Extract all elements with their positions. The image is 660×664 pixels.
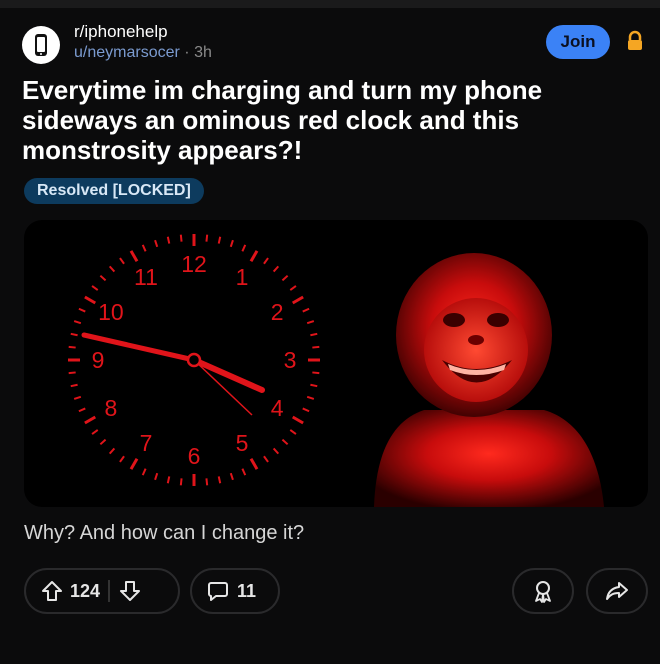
clock-numeral: 3 bbox=[284, 347, 297, 373]
clock-tick bbox=[306, 320, 315, 325]
clock-tick bbox=[302, 407, 310, 413]
post-flair[interactable]: Resolved [LOCKED] bbox=[24, 178, 204, 204]
clock-tick bbox=[154, 239, 159, 248]
subreddit-avatar[interactable] bbox=[22, 26, 60, 64]
clock-numeral: 8 bbox=[104, 395, 117, 421]
post-time: 3h bbox=[194, 44, 212, 61]
clock-tick bbox=[129, 250, 139, 263]
clock-numeral: 2 bbox=[271, 299, 284, 325]
clock-tick bbox=[166, 476, 171, 484]
clock-tick bbox=[289, 285, 297, 291]
clock-tick bbox=[217, 236, 222, 244]
post-image[interactable]: 12 1 2 3 4 5 6 7 8 9 10 11 bbox=[24, 220, 648, 507]
hour-hand bbox=[191, 357, 265, 393]
clock-numeral: 9 bbox=[92, 347, 105, 373]
clock-tick bbox=[166, 236, 171, 244]
clock-tick bbox=[84, 415, 97, 425]
clock-tick bbox=[249, 457, 259, 470]
clock-tick bbox=[263, 455, 269, 463]
clock-tick bbox=[241, 244, 247, 252]
clock-numeral: 12 bbox=[181, 251, 207, 277]
clock-tick bbox=[108, 447, 116, 455]
clock-tick bbox=[229, 472, 234, 481]
second-hand bbox=[193, 359, 253, 416]
clock-tick bbox=[310, 383, 318, 388]
clock-tick bbox=[68, 345, 76, 349]
clock-tick bbox=[141, 244, 147, 252]
clock-tick bbox=[78, 307, 86, 313]
award-button[interactable] bbox=[512, 568, 574, 614]
clock-numeral: 6 bbox=[188, 443, 201, 469]
clock-tick bbox=[312, 371, 320, 375]
clock-tick bbox=[291, 295, 304, 305]
clock-tick bbox=[310, 332, 318, 337]
clock-tick bbox=[108, 265, 116, 273]
clock-numeral: 1 bbox=[236, 264, 249, 290]
clock-tick bbox=[141, 468, 147, 476]
clock-tick bbox=[119, 257, 125, 265]
meta-separator: · bbox=[184, 44, 190, 61]
post-title[interactable]: Everytime im charging and turn my phone … bbox=[22, 75, 652, 165]
clock-tick bbox=[281, 438, 289, 446]
clock-tick bbox=[249, 250, 259, 263]
clock-tick bbox=[99, 274, 107, 282]
clock-tick bbox=[179, 478, 183, 486]
comments-button[interactable]: 11 bbox=[190, 568, 280, 614]
clock-tick bbox=[272, 265, 280, 273]
clock-pivot bbox=[186, 352, 202, 368]
clock-tick bbox=[91, 285, 99, 291]
share-icon bbox=[605, 579, 629, 603]
clock-numeral: 11 bbox=[134, 264, 158, 290]
clock-tick bbox=[68, 371, 76, 375]
clock-tick bbox=[289, 429, 297, 435]
join-button[interactable]: Join bbox=[546, 25, 610, 59]
clock-tick bbox=[217, 476, 222, 484]
clock-numeral: 7 bbox=[140, 430, 153, 456]
clock-tick bbox=[99, 438, 107, 446]
comment-count: 11 bbox=[237, 580, 257, 601]
clock-tick bbox=[302, 307, 310, 313]
lock-icon bbox=[625, 30, 645, 57]
clock-tick bbox=[272, 447, 280, 455]
clock-tick bbox=[205, 478, 209, 486]
clock-tick bbox=[241, 468, 247, 476]
clock-tick bbox=[84, 295, 97, 305]
clock-tick bbox=[229, 239, 234, 248]
vote-bar: 124 bbox=[24, 568, 180, 614]
clock-tick bbox=[73, 395, 82, 400]
clock-tick bbox=[312, 345, 320, 349]
clock-tick bbox=[70, 383, 78, 388]
clock-tick bbox=[78, 407, 86, 413]
award-icon bbox=[530, 578, 556, 604]
clock-numeral: 5 bbox=[236, 430, 249, 456]
clock-tick bbox=[119, 455, 125, 463]
clock-tick bbox=[281, 274, 289, 282]
clock-tick bbox=[70, 332, 78, 337]
clock-tick bbox=[129, 457, 139, 470]
clock-numeral: 10 bbox=[98, 299, 124, 325]
clock-tick bbox=[205, 234, 209, 242]
post-body: Why? And how can I change it? bbox=[24, 522, 305, 544]
clock-tick bbox=[91, 429, 99, 435]
monkey-figure bbox=[374, 253, 604, 507]
clock-numeral: 4 bbox=[271, 395, 284, 421]
share-button[interactable] bbox=[586, 568, 648, 614]
downvote-icon[interactable] bbox=[118, 579, 142, 603]
upvote-count: 124 bbox=[70, 580, 101, 601]
clock-tick bbox=[179, 234, 183, 242]
vote-divider bbox=[108, 580, 111, 602]
post-meta: u/neymarsocer · 3h bbox=[74, 44, 212, 62]
top-strip bbox=[0, 0, 660, 8]
subreddit-name[interactable]: r/iphonehelp bbox=[74, 22, 168, 42]
upvote-icon[interactable] bbox=[40, 579, 64, 603]
comment-icon bbox=[206, 579, 230, 603]
phone-icon bbox=[35, 34, 47, 56]
clock-tick bbox=[306, 395, 315, 400]
clock-monkey-image: 12 1234567891011 bbox=[68, 234, 604, 507]
clock-tick bbox=[154, 472, 159, 481]
clock-tick bbox=[263, 257, 269, 265]
clock-tick bbox=[291, 415, 304, 425]
clock-tick bbox=[73, 320, 82, 325]
username[interactable]: u/neymarsocer bbox=[74, 44, 180, 61]
